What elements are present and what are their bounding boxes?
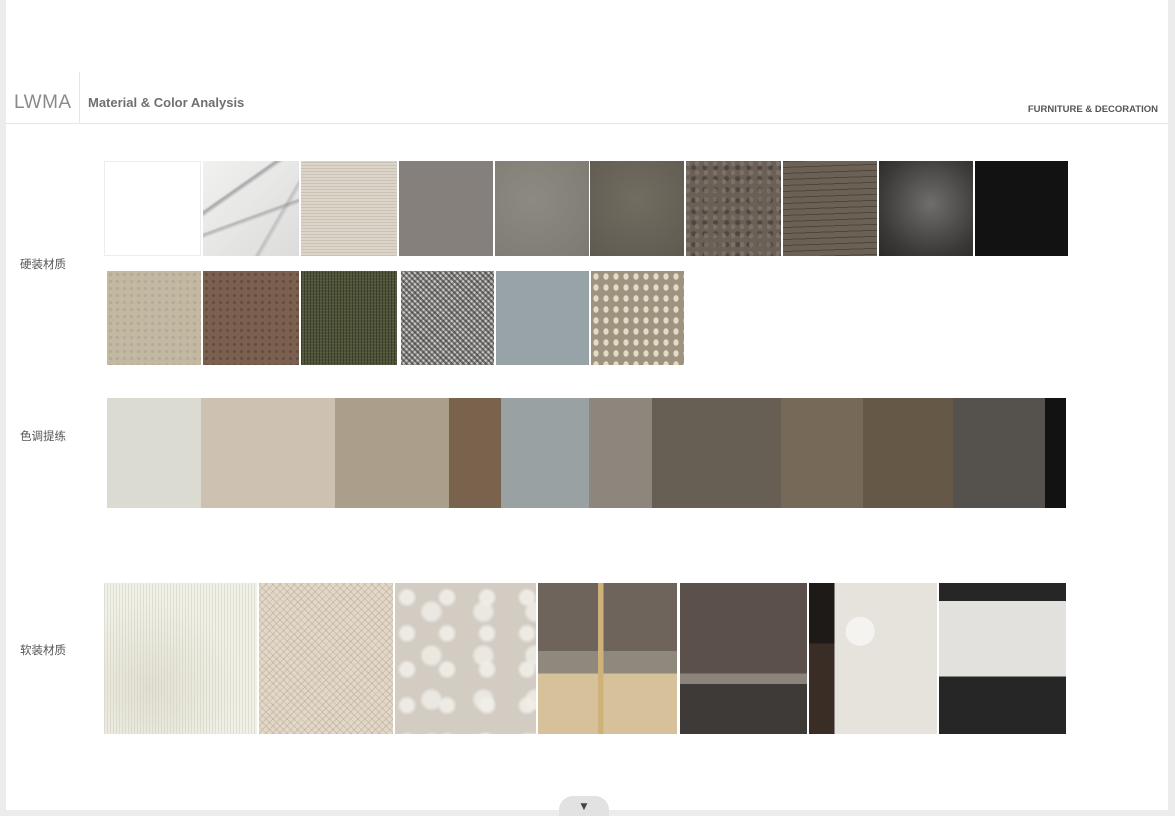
material-swatch-grey-stone bbox=[495, 161, 589, 256]
soft-material-image-wood-brass bbox=[538, 583, 677, 734]
color-chip bbox=[953, 398, 1045, 508]
brand-logo: LWMA bbox=[14, 92, 72, 113]
material-swatch-leather-brown bbox=[203, 271, 299, 365]
material-swatch-grey-stone bbox=[399, 161, 493, 256]
material-swatch-linen bbox=[301, 161, 397, 256]
material-swatch-tweed bbox=[401, 271, 494, 365]
scroll-down-button[interactable]: ▼ bbox=[559, 796, 609, 816]
color-chip bbox=[335, 398, 449, 508]
material-swatch-fabric-olive bbox=[301, 271, 397, 365]
soft-material-image-side-table bbox=[809, 583, 937, 734]
soft-material-image-marble-table bbox=[939, 583, 1066, 734]
brand-divider bbox=[79, 72, 80, 124]
soft-material-image-bedding bbox=[680, 583, 807, 734]
color-chip bbox=[863, 398, 953, 508]
material-swatch-black bbox=[975, 161, 1068, 256]
color-chip bbox=[107, 398, 201, 508]
soft-material-image-patterned-fabric bbox=[395, 583, 536, 734]
soft-material-image-white-fabric bbox=[104, 583, 257, 734]
color-chip bbox=[781, 398, 863, 508]
color-chip bbox=[501, 398, 589, 508]
color-chip bbox=[449, 398, 501, 508]
material-swatch-steel bbox=[879, 161, 973, 256]
category-label: FURNITURE & DECORATION bbox=[1027, 104, 1158, 115]
soft-materials-label: 软装材质 bbox=[20, 643, 66, 657]
material-swatch-dark-stone bbox=[590, 161, 684, 256]
color-chip bbox=[1045, 398, 1066, 508]
color-palette-label: 色调提练 bbox=[20, 429, 66, 443]
color-chip bbox=[652, 398, 781, 508]
material-swatch-wood bbox=[783, 161, 877, 256]
page-title: Material & Color Analysis bbox=[88, 95, 245, 110]
color-palette bbox=[107, 398, 1066, 508]
page: LWMA Material & Color Analysis FURNITURE… bbox=[6, 0, 1168, 816]
material-swatch-terrazzo bbox=[686, 161, 781, 256]
material-swatch-white bbox=[104, 161, 201, 256]
material-swatch-marble bbox=[203, 161, 299, 256]
color-chip bbox=[201, 398, 335, 508]
color-chip bbox=[589, 398, 652, 508]
triangle-down-icon: ▼ bbox=[580, 802, 588, 812]
header: LWMA Material & Color Analysis FURNITURE… bbox=[6, 72, 1168, 124]
hard-materials-label: 硬装材质 bbox=[20, 257, 66, 271]
material-swatch-blue-grey bbox=[496, 271, 589, 365]
material-swatch-weave bbox=[591, 271, 684, 365]
material-swatch-leather-beige bbox=[107, 271, 201, 365]
soft-material-image-woven-fabric bbox=[259, 583, 393, 734]
